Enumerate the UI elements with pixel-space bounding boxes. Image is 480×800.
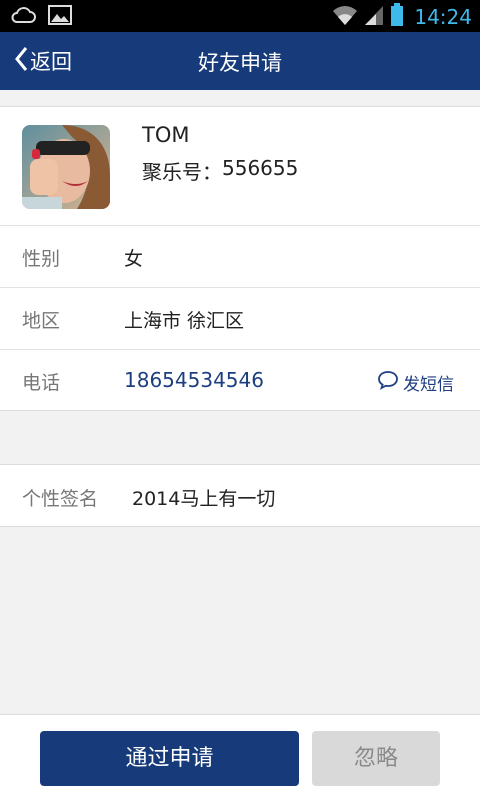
phone-number-link[interactable]: 18654534546 bbox=[124, 368, 264, 392]
image-icon bbox=[48, 5, 72, 29]
signal-icon bbox=[364, 4, 384, 30]
gender-value: 女 bbox=[124, 248, 144, 270]
chat-bubble-icon bbox=[377, 370, 399, 395]
avatar bbox=[22, 125, 110, 209]
page-title: 好友申请 bbox=[198, 51, 282, 75]
signature-value: 2014马上有一切 bbox=[132, 488, 276, 510]
ignore-button[interactable]: 忽略 bbox=[312, 731, 440, 786]
battery-icon bbox=[390, 3, 404, 31]
profile-id: 聚乐号： 556655 bbox=[142, 156, 298, 185]
nav-bar: 返回 好友申请 bbox=[0, 32, 480, 90]
signature-row: 个性签名 2014马上有一切 bbox=[0, 464, 480, 527]
profile-id-label: 聚乐号： bbox=[142, 160, 222, 184]
status-time: 14:24 bbox=[414, 5, 472, 29]
gender-label: 性别 bbox=[22, 248, 61, 270]
status-bar: 14:24 bbox=[0, 0, 480, 32]
gender-row: 性别 女 bbox=[0, 225, 480, 287]
profile-card: TOM 聚乐号： 556655 性别 女 地区 上海市 徐汇区 电话 18654… bbox=[0, 106, 480, 411]
region-label: 地区 bbox=[22, 310, 61, 332]
send-sms-label: 发短信 bbox=[403, 375, 454, 395]
approve-request-button[interactable]: 通过申请 bbox=[40, 731, 299, 786]
region-row: 地区 上海市 徐汇区 bbox=[0, 287, 480, 349]
phone-row: 电话 18654534546 发短信 bbox=[0, 349, 480, 411]
signature-label: 个性签名 bbox=[22, 488, 99, 510]
cloud-icon bbox=[10, 5, 36, 29]
region-value: 上海市 徐汇区 bbox=[124, 310, 245, 332]
profile-id-value: 556655 bbox=[222, 156, 299, 180]
phone-label: 电话 bbox=[22, 372, 61, 394]
wifi-icon bbox=[332, 4, 358, 30]
action-bar: 通过申请 忽略 bbox=[0, 714, 480, 800]
send-sms-button[interactable]: 发短信 bbox=[377, 370, 454, 395]
profile-name: TOM bbox=[142, 123, 190, 147]
